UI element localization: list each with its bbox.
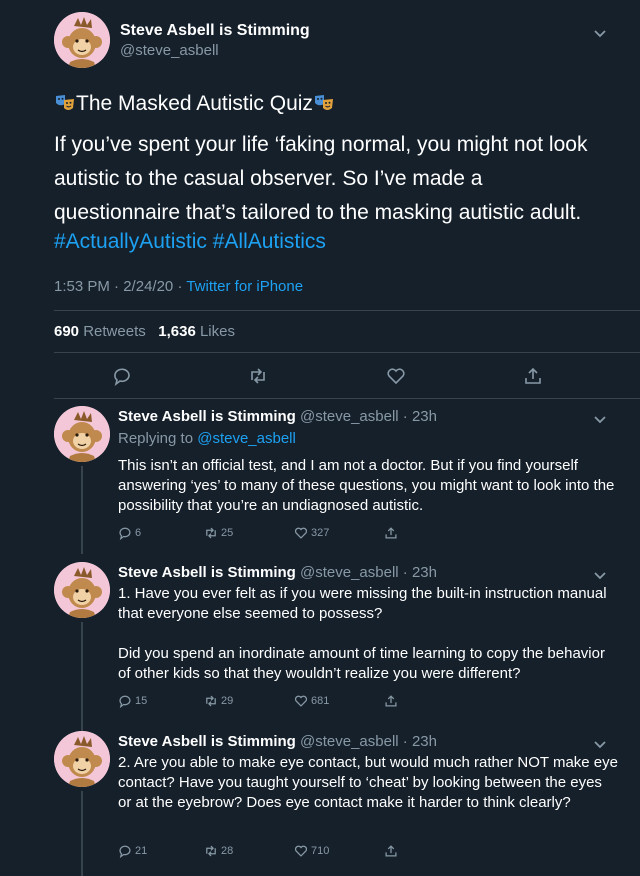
author-name[interactable]: Steve Asbell is Stimming [118,564,296,581]
retweet-count: 29 [221,695,234,707]
retweet-icon[interactable] [248,366,268,386]
reply-paragraph: 1. Have you ever felt as if you were mis… [118,585,607,622]
author-handle[interactable]: @steve_asbell [120,42,219,59]
handle-time[interactable]: @steve_asbell · 23h [300,408,437,425]
reply-body: This isn’t an official test, and I am no… [118,456,618,516]
reply-header: Steve Asbell is Stimming @steve_asbell ·… [118,408,437,425]
reply-paragraph: This isn’t an official test, and I am no… [118,457,615,514]
like-icon [294,695,308,707]
share-icon [385,695,397,707]
theater-masks-icon [54,93,76,115]
retweets-label: Retweets [83,323,146,340]
reply-actions: 21 28 710 [118,844,418,860]
like-count: 681 [311,695,330,707]
retweet-action[interactable]: 28 [204,844,233,858]
handle-time[interactable]: @steve_asbell · 23h [300,564,437,581]
tweet-title: The Masked Autistic Quiz [54,92,335,116]
reply-paragraph: Did you spend an inordinate amount of ti… [118,645,605,682]
reply-body: 1. Have you ever felt as if you were mis… [118,584,618,684]
like-icon [294,845,308,857]
tweet-meta: 1:53 PM · 2/24/20 · Twitter for iPhone [54,278,303,295]
monkey-avatar-icon [54,731,110,787]
share-icon [385,527,397,539]
reply-count: 15 [135,695,148,707]
reply-actions: 15 29 681 [118,694,418,710]
share-action[interactable] [384,844,401,858]
replying-to-handle[interactable]: @steve_asbell [197,430,296,447]
chevron-down-icon[interactable] [593,737,607,751]
reply-body: 2. Are you able to make eye contact, but… [118,753,618,813]
retweets-count: 690 [54,323,80,340]
tweet-actions [0,366,640,386]
like-icon [294,527,308,539]
retweets-stat[interactable]: 690 Retweets [54,323,150,340]
thread-line [81,622,83,732]
tweet-date: 2/24/20 [123,278,174,295]
retweet-icon [206,695,216,707]
reply-action[interactable]: 15 [118,694,147,708]
reply-action[interactable]: 6 [118,526,141,540]
replying-to-label: Replying to [118,430,198,447]
reply-header: Steve Asbell is Stimming @steve_asbell ·… [118,564,437,581]
tweet-title-text: The Masked Autistic Quiz [76,92,313,115]
divider [54,352,640,353]
author-name[interactable]: Steve Asbell is Stimming [120,22,310,40]
like-action[interactable]: 681 [294,694,329,708]
tweet-body: If you’ve spent your life ‘faking normal… [54,133,588,224]
avatar[interactable] [54,12,110,68]
reply-icon [119,527,131,540]
monkey-avatar-icon [54,12,110,68]
likes-count: 1,636 [158,323,196,340]
reply-icon [119,695,131,708]
tweet-stats: 690 Retweets 1,636 Likes [54,323,235,340]
handle-time[interactable]: @steve_asbell · 23h [300,733,437,750]
thread-line [81,466,83,554]
replying-to: Replying to @steve_asbell [118,429,618,449]
like-action[interactable]: 710 [294,844,329,858]
like-count: 327 [311,527,330,539]
like-icon[interactable] [386,366,406,386]
reply-paragraph: 2. Are you able to make eye contact, but… [118,754,618,811]
theater-masks-icon [313,93,335,115]
reply-actions: 6 25 327 [118,526,418,542]
avatar[interactable] [54,731,110,787]
tweet-source-link[interactable]: Twitter for iPhone [186,278,303,295]
likes-stat[interactable]: 1,636 Likes [158,323,235,340]
author-name[interactable]: Steve Asbell is Stimming [118,408,296,425]
reply-count: 6 [135,527,142,539]
monkey-avatar-icon [54,562,110,618]
share-icon [385,845,397,857]
meta-separator: · [177,278,183,295]
reply-action[interactable]: 21 [118,844,147,858]
reply-header: Steve Asbell is Stimming @steve_asbell ·… [118,733,437,750]
reply-count: 21 [135,845,148,857]
thread-line [81,791,83,876]
meta-separator: · [114,278,120,295]
reply-icon [119,845,131,858]
author-name[interactable]: Steve Asbell is Stimming [118,733,296,750]
retweet-action[interactable]: 29 [204,694,233,708]
retweet-icon [206,845,216,857]
reply-icon[interactable] [112,366,132,386]
share-icon[interactable] [523,366,543,386]
avatar[interactable] [54,406,110,462]
like-action[interactable]: 327 [294,526,329,540]
retweet-count: 28 [221,845,234,857]
retweet-count: 25 [221,527,234,539]
monkey-avatar-icon [54,406,110,462]
tweet-time: 1:53 PM [54,278,110,295]
divider [54,310,640,311]
retweet-icon [206,527,216,539]
tweet-hashtags[interactable]: #ActuallyAutistic #AllAutistics [54,230,326,254]
like-count: 710 [311,845,330,857]
likes-label: Likes [199,323,235,340]
avatar[interactable] [54,562,110,618]
share-action[interactable] [384,526,401,540]
chevron-down-icon[interactable] [593,568,607,582]
chevron-down-icon[interactable] [593,26,607,40]
share-action[interactable] [384,694,401,708]
divider [54,398,640,399]
chevron-down-icon[interactable] [593,412,607,426]
retweet-action[interactable]: 25 [204,526,233,540]
